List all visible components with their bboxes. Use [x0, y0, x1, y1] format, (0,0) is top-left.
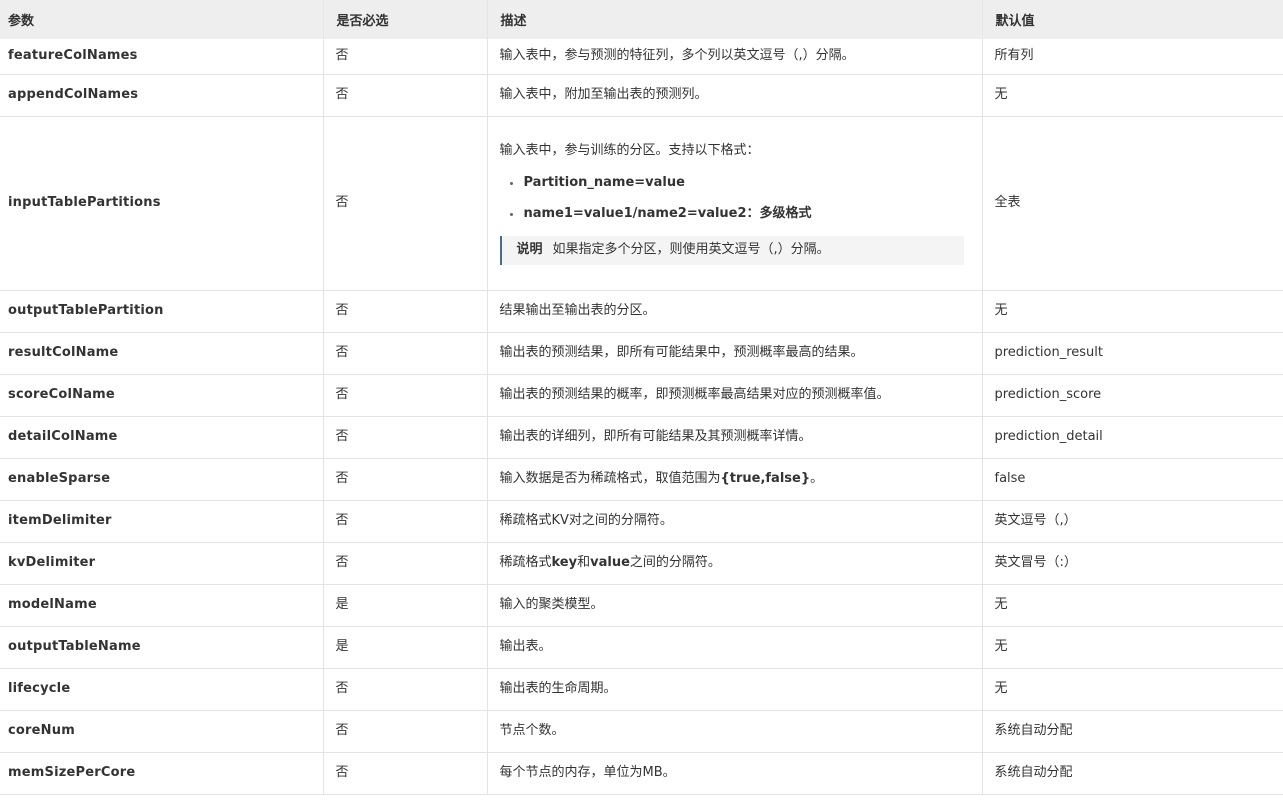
default-value: 英文逗号（,）	[982, 500, 1283, 543]
description: 输入表中，参与预测的特征列，多个列以英文逗号（,）分隔。	[487, 39, 983, 75]
table-row: memSizePerCore 否 每个节点的内存，单位为MB。 系统自动分配	[0, 752, 1283, 795]
required-value: 否	[323, 710, 488, 753]
table-row: scoreColName 否 输出表的预测结果的概率，即预测概率最高结果对应的预…	[0, 374, 1283, 417]
table-row: kvDelimiter 否 稀疏格式key和value之间的分隔符。 英文冒号（…	[0, 542, 1283, 585]
description: 输入数据是否为稀疏格式，取值范围为{true,false}。	[487, 458, 983, 501]
description-text: 稀疏格式	[499, 555, 552, 570]
required-value: 否	[323, 500, 488, 543]
default-value: 英文冒号（:）	[982, 542, 1283, 585]
description: 结果输出至输出表的分区。	[487, 290, 983, 333]
note-text: 如果指定多个分区，则使用英文逗号（,）分隔。	[552, 241, 830, 257]
table-row: modelName 是 输入的聚类模型。 无	[0, 584, 1283, 627]
format-list: Partition_name=value name1=value1/name2=…	[500, 174, 970, 223]
description-intro: 输入表中，参与训练的分区。支持以下格式：	[499, 142, 760, 158]
param-name: outputTablePartition	[0, 290, 324, 333]
param-name: detailColName	[0, 416, 324, 459]
param-name: itemDelimiter	[0, 500, 324, 543]
table-row: itemDelimiter 否 稀疏格式KV对之间的分隔符。 英文逗号（,）	[0, 500, 1283, 543]
default-value: 系统自动分配	[982, 710, 1283, 753]
default-value: 无	[982, 290, 1283, 333]
default-value: 无	[982, 626, 1283, 669]
description: 输出表的预测结果，即所有可能结果中，预测概率最高的结果。	[487, 332, 983, 375]
required-value: 否	[323, 290, 488, 333]
param-name: featureColNames	[0, 39, 324, 75]
param-name: modelName	[0, 584, 324, 627]
table-header: 参数 是否必选 描述 默认值	[0, 0, 1283, 39]
param-name: coreNum	[0, 710, 324, 753]
param-name: kvDelimiter	[0, 542, 324, 585]
param-name: scoreColName	[0, 374, 324, 417]
description: 输入表中，附加至输出表的预测列。	[487, 74, 983, 117]
default-value: 系统自动分配	[982, 752, 1283, 795]
description: 每个节点的内存，单位为MB。	[487, 752, 983, 795]
required-value: 否	[323, 752, 488, 795]
description: 输出表的生命周期。	[487, 668, 983, 711]
param-name: appendColNames	[0, 74, 324, 117]
default-value: 无	[982, 74, 1283, 117]
note-box: 说明 如果指定多个分区，则使用英文逗号（,）分隔。	[499, 235, 964, 265]
required-value: 是	[323, 626, 488, 669]
required-value: 否	[323, 542, 488, 585]
table-row: resultColName 否 输出表的预测结果，即所有可能结果中，预测概率最高…	[0, 332, 1283, 375]
param-name: lifecycle	[0, 668, 324, 711]
description: 输出表的详细列，即所有可能结果及其预测概率详情。	[487, 416, 983, 459]
default-value: prediction_score	[982, 374, 1283, 417]
param-name: inputTablePartitions	[0, 116, 324, 291]
default-value: prediction_result	[982, 332, 1283, 375]
required-value: 否	[323, 332, 488, 375]
description: 节点个数。	[487, 710, 983, 753]
required-value: 否	[323, 116, 488, 291]
header-required: 是否必选	[323, 0, 488, 39]
required-value: 否	[323, 458, 488, 501]
table-row: outputTableName 是 输出表。 无	[0, 626, 1283, 669]
list-item: name1=value1/name2=value2：多级格式	[500, 205, 970, 223]
parameter-table: 参数 是否必选 描述 默认值 featureColNames 否 输入表中，参与…	[0, 0, 1283, 795]
required-value: 否	[323, 74, 488, 117]
description: 稀疏格式key和value之间的分隔符。	[487, 542, 983, 585]
table-row: featureColNames 否 输入表中，参与预测的特征列，多个列以英文逗号…	[0, 39, 1283, 75]
required-value: 否	[323, 416, 488, 459]
param-name: resultColName	[0, 332, 324, 375]
param-name: memSizePerCore	[0, 752, 324, 795]
description: 稀疏格式KV对之间的分隔符。	[487, 500, 983, 543]
default-value: 所有列	[982, 39, 1283, 75]
required-value: 否	[323, 668, 488, 711]
description-keyword: value	[590, 555, 630, 570]
table-row: detailColName 否 输出表的详细列，即所有可能结果及其预测概率详情。…	[0, 416, 1283, 459]
required-value: 是	[323, 584, 488, 627]
table-row: inputTablePartitions 否 输入表中，参与训练的分区。支持以下…	[0, 116, 1283, 291]
description: 输出表。	[487, 626, 983, 669]
param-name: enableSparse	[0, 458, 324, 501]
list-item: Partition_name=value	[500, 174, 970, 192]
default-value: 无	[982, 668, 1283, 711]
table-row: appendColNames 否 输入表中，附加至输出表的预测列。 无	[0, 74, 1283, 117]
default-value: prediction_detail	[982, 416, 1283, 459]
required-value: 否	[323, 39, 488, 75]
description-text: 。	[810, 471, 824, 486]
description: 输入表中，参与训练的分区。支持以下格式： Partition_name=valu…	[487, 116, 983, 291]
description-text: 之间的分隔符。	[629, 555, 721, 570]
default-value: 全表	[982, 116, 1283, 291]
description-text: 和	[577, 555, 591, 570]
header-param: 参数	[0, 0, 324, 39]
param-name: outputTableName	[0, 626, 324, 669]
description: 输入的聚类模型。	[487, 584, 983, 627]
note-label: 说明	[516, 241, 543, 257]
table-row: enableSparse 否 输入数据是否为稀疏格式，取值范围为{true,fa…	[0, 458, 1283, 501]
description-value-range: {true,false}	[720, 471, 811, 486]
table-row: outputTablePartition 否 结果输出至输出表的分区。 无	[0, 290, 1283, 333]
description-text: 输入数据是否为稀疏格式，取值范围为	[499, 471, 721, 486]
table-row: lifecycle 否 输出表的生命周期。 无	[0, 668, 1283, 711]
required-value: 否	[323, 374, 488, 417]
description-keyword: key	[551, 555, 578, 570]
table-row: coreNum 否 节点个数。 系统自动分配	[0, 710, 1283, 753]
description: 输出表的预测结果的概率，即预测概率最高结果对应的预测概率值。	[487, 374, 983, 417]
header-description: 描述	[487, 0, 983, 39]
default-value: 无	[982, 584, 1283, 627]
header-default: 默认值	[982, 0, 1283, 39]
default-value: false	[982, 458, 1283, 501]
